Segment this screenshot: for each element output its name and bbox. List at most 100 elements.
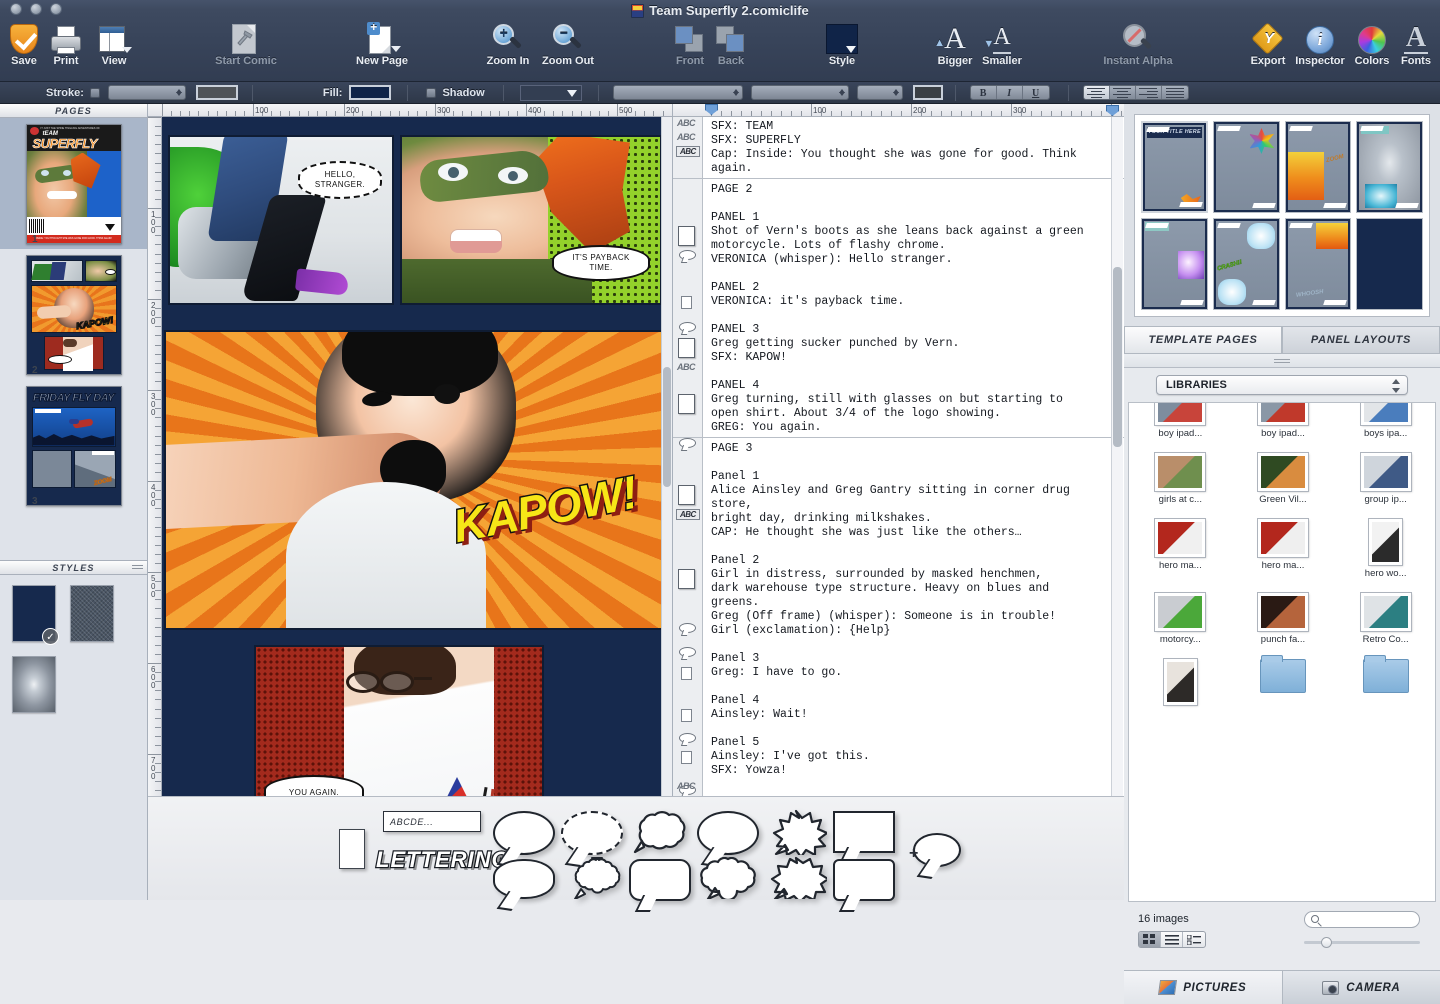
script-line[interactable]: Panel 2 bbox=[703, 554, 1125, 568]
view-mode-list-icon[interactable] bbox=[1161, 932, 1183, 947]
script-line[interactable]: Alice Ainsley and Greg Gantry sitting in… bbox=[703, 484, 1125, 498]
page-thumbnail-2[interactable]: KAPOW! 2 bbox=[0, 249, 147, 380]
script-line[interactable]: SFX: SUPERFLY bbox=[703, 134, 1125, 148]
toolbar-instant-alpha[interactable]: Instant Alpha bbox=[1103, 20, 1173, 67]
gutter-panel-icon[interactable] bbox=[678, 226, 695, 246]
shelf-balloon-burst-2[interactable] bbox=[765, 855, 827, 901]
panel-grip-icon[interactable] bbox=[132, 565, 143, 571]
template-thumbnail[interactable] bbox=[1356, 218, 1423, 310]
shelf-balloon-oval-2[interactable] bbox=[697, 811, 759, 855]
script-line[interactable]: again. bbox=[703, 162, 1125, 176]
gutter-lettering-icon[interactable]: ABC bbox=[677, 132, 695, 142]
shelf-items[interactable]: ABCDE... LETTERING + bbox=[148, 797, 1124, 901]
stroke-style-popup[interactable] bbox=[108, 85, 186, 100]
library-item[interactable]: motorcy... bbox=[1138, 593, 1222, 645]
script-line[interactable]: Greg turning, still with glasses on but … bbox=[703, 393, 1125, 407]
italic-button[interactable]: I bbox=[997, 86, 1023, 99]
horizontal-ruler[interactable]: 100200300400500 bbox=[148, 104, 672, 117]
library-item[interactable]: Retro Co... bbox=[1344, 593, 1428, 645]
script-line[interactable]: PANEL 4 bbox=[703, 379, 1125, 393]
template-thumbnail[interactable] bbox=[1141, 218, 1208, 310]
stroke-color-well[interactable] bbox=[196, 85, 238, 100]
script-line[interactable]: PANEL 3 bbox=[703, 323, 1125, 337]
script-line[interactable] bbox=[703, 680, 1125, 694]
right-panel-tabs[interactable]: TEMPLATE PAGES PANEL LAYOUTS bbox=[1124, 326, 1440, 354]
toolbar-zoom-in[interactable]: + Zoom In bbox=[476, 20, 540, 67]
script-line[interactable]: Greg (Off frame) (whisper): Someone is i… bbox=[703, 610, 1125, 624]
gutter-lettering-icon[interactable]: ABC bbox=[677, 781, 695, 791]
toolbar-view[interactable]: View bbox=[82, 20, 146, 67]
script-line[interactable]: CAP: He thought she was just like the ot… bbox=[703, 526, 1125, 540]
shelf-balloon-rounded[interactable] bbox=[629, 859, 691, 901]
script-line[interactable]: dark warehouse type structure. Heavy on … bbox=[703, 582, 1125, 596]
gutter-caption-icon[interactable]: ABC bbox=[676, 146, 700, 157]
gutter-panel-icon[interactable] bbox=[681, 751, 692, 764]
library-item[interactable] bbox=[1241, 659, 1325, 708]
library-item[interactable]: boy ipad... bbox=[1241, 402, 1325, 439]
script-line[interactable]: PANEL 1 bbox=[703, 211, 1125, 225]
tab-panel-layouts[interactable]: PANEL LAYOUTS bbox=[1282, 326, 1440, 354]
toolbar-new-page[interactable]: + New Page bbox=[349, 20, 415, 67]
gutter-lettering-icon[interactable]: ABC bbox=[677, 362, 695, 372]
source-pictures-button[interactable]: PICTURES bbox=[1124, 971, 1282, 1004]
style-swatch-radial-burst[interactable] bbox=[12, 656, 56, 713]
library-item[interactable] bbox=[1344, 659, 1428, 708]
script-line[interactable]: SFX: TEAM bbox=[703, 120, 1125, 134]
view-mode-grid-icon[interactable] bbox=[1139, 932, 1161, 947]
script-line[interactable] bbox=[703, 638, 1125, 652]
script-line[interactable]: Ainsley: Wait! bbox=[703, 708, 1125, 722]
comic-panel-1[interactable]: HELLO, STRANGER. bbox=[168, 135, 394, 305]
template-thumbnail[interactable]: CRASH!! bbox=[1213, 218, 1280, 310]
align-justify-button[interactable] bbox=[1162, 86, 1188, 99]
shelf-balloon-scallop[interactable] bbox=[561, 857, 623, 901]
library-item[interactable] bbox=[1138, 659, 1222, 708]
script-line[interactable] bbox=[703, 456, 1125, 470]
shelf-balloon-square[interactable] bbox=[833, 811, 895, 853]
library-item[interactable]: group ip... bbox=[1344, 453, 1428, 505]
script-line[interactable]: motorcycle. Lots of flashy chrome. bbox=[703, 239, 1125, 253]
text-style-well[interactable] bbox=[520, 85, 582, 101]
panel-splitter[interactable] bbox=[1124, 354, 1440, 368]
toolbar-start-comic[interactable]: Start Comic bbox=[213, 20, 279, 67]
gutter-balloon-icon[interactable] bbox=[679, 647, 696, 657]
script-line[interactable]: Panel 3 bbox=[703, 652, 1125, 666]
script-text-area[interactable]: SFX: TEAMSFX: SUPERFLYCap: Inside: You t… bbox=[703, 117, 1125, 778]
toolbar-smaller[interactable]: ▼A Smaller bbox=[970, 20, 1034, 67]
script-line[interactable]: SFX: Yowza! bbox=[703, 764, 1125, 778]
library-item[interactable]: punch fa... bbox=[1241, 593, 1325, 645]
library-item[interactable]: Green Vil... bbox=[1241, 453, 1325, 505]
balloon-hello-stranger[interactable]: HELLO, STRANGER. bbox=[298, 161, 382, 199]
shelf-balloon-burst[interactable] bbox=[765, 809, 827, 855]
page-thumbnail-1[interactable]: IT JUST THE SPINE TINGLING ADVENTURES OF… bbox=[0, 118, 147, 249]
toolbar-back[interactable]: Back bbox=[699, 20, 763, 67]
script-indent-marker[interactable] bbox=[705, 104, 718, 115]
toolbar-style[interactable]: Style bbox=[810, 20, 874, 67]
align-center-button[interactable] bbox=[1110, 86, 1136, 99]
script-line[interactable]: Greg getting sucker punched by Vern. bbox=[703, 337, 1125, 351]
gutter-panel-icon[interactable] bbox=[678, 394, 695, 414]
script-line[interactable]: store, bbox=[703, 498, 1125, 512]
view-mode-switch[interactable] bbox=[1138, 931, 1206, 948]
shelf-balloon-square-2[interactable] bbox=[833, 859, 895, 901]
script-line[interactable]: Greg: I have to go. bbox=[703, 666, 1125, 680]
text-color-well[interactable] bbox=[913, 85, 943, 100]
stroke-checkbox[interactable] bbox=[90, 88, 100, 98]
shelf-balloon-cloud[interactable] bbox=[629, 811, 691, 855]
script-margin-marker[interactable] bbox=[1106, 105, 1119, 116]
align-left-button[interactable] bbox=[1084, 86, 1110, 99]
script-line[interactable] bbox=[703, 365, 1125, 379]
script-line[interactable]: GREG: You again. bbox=[703, 421, 1125, 435]
gutter-balloon-icon[interactable] bbox=[679, 322, 696, 332]
library-item[interactable]: hero wo... bbox=[1344, 519, 1428, 579]
library-item[interactable]: girls at c... bbox=[1138, 453, 1222, 505]
comic-panel-3[interactable]: KAPOW! bbox=[164, 330, 661, 630]
gutter-panel-icon[interactable] bbox=[678, 485, 695, 505]
gutter-panel-icon[interactable] bbox=[681, 296, 692, 309]
script-line[interactable]: Panel 5 bbox=[703, 736, 1125, 750]
library-selector[interactable]: LIBRARIES bbox=[1156, 375, 1408, 395]
shelf-balloon-double-oval[interactable] bbox=[493, 859, 555, 899]
script-line[interactable]: VERONICA: it's payback time. bbox=[703, 295, 1125, 309]
template-thumbnail[interactable] bbox=[1356, 121, 1423, 213]
script-vertical-scrollbar[interactable] bbox=[1111, 117, 1123, 900]
style-swatch-grey-noise[interactable] bbox=[70, 585, 114, 642]
